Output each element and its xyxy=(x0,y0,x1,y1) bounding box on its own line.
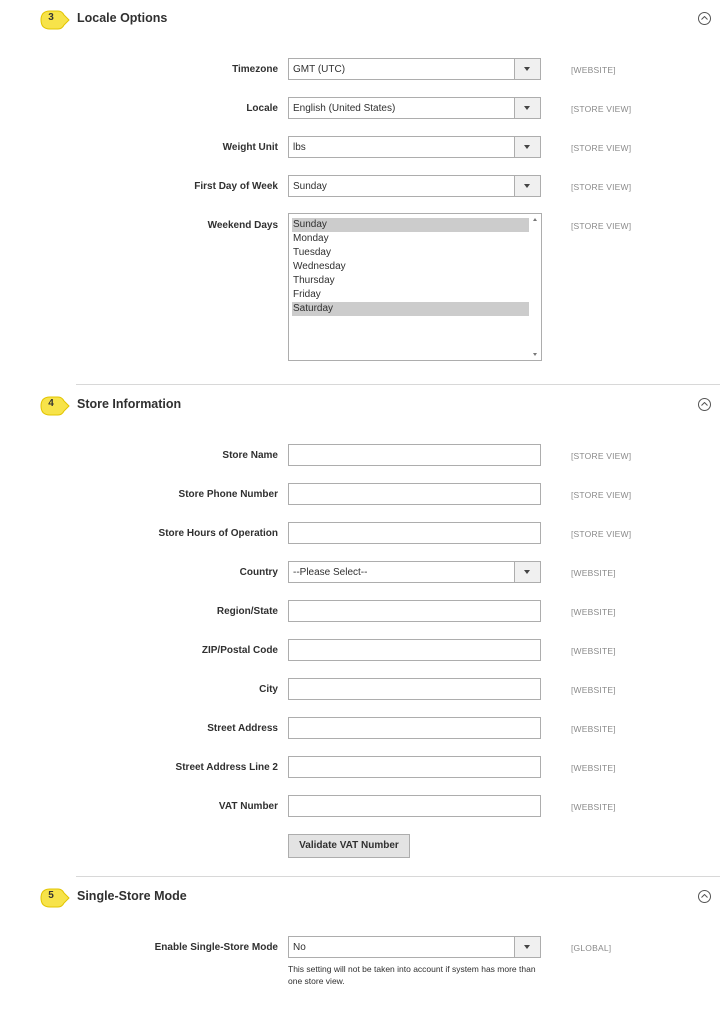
scroll-up-icon[interactable] xyxy=(533,218,537,221)
multiselect-option[interactable]: Friday xyxy=(292,288,529,302)
select-value: No xyxy=(293,942,306,953)
select-value: English (United States) xyxy=(293,103,396,114)
field-label: Street Address xyxy=(207,723,278,734)
chevron-down-icon[interactable] xyxy=(514,176,540,196)
locale-select[interactable]: English (United States) xyxy=(288,97,541,119)
locale-options-header[interactable]: 3 Locale Options xyxy=(0,10,728,40)
first-day-select[interactable]: Sunday xyxy=(288,175,541,197)
chevron-down-icon[interactable] xyxy=(514,937,540,957)
step-badge: 3 xyxy=(40,10,70,30)
timezone-select[interactable]: GMT (UTC) xyxy=(288,58,541,80)
select-value: Sunday xyxy=(293,181,327,192)
scope-label: [STORE VIEW] xyxy=(571,221,632,231)
scope-label: [STORE VIEW] xyxy=(571,182,632,192)
weight-unit-select[interactable]: lbs xyxy=(288,136,541,158)
field-label: Locale xyxy=(246,103,278,114)
scope-label: [WEBSITE] xyxy=(571,724,616,734)
field-label: VAT Number xyxy=(218,801,278,812)
single-store-mode-select[interactable]: No xyxy=(288,936,541,958)
region-input[interactable] xyxy=(288,600,541,622)
step-badge-number: 4 xyxy=(48,398,54,409)
chevron-down-icon[interactable] xyxy=(514,98,540,118)
scope-label: [WEBSITE] xyxy=(571,65,616,75)
multiselect-option[interactable]: Wednesday xyxy=(292,260,529,274)
country-select[interactable]: --Please Select-- xyxy=(288,561,541,583)
field-label: Country xyxy=(239,567,278,578)
section-divider xyxy=(76,384,720,385)
field-label: Weight Unit xyxy=(222,142,278,153)
section-title: Single-Store Mode xyxy=(77,889,187,903)
step-badge-number: 5 xyxy=(48,890,54,901)
scope-label: [STORE VIEW] xyxy=(571,143,632,153)
store-phone-input[interactable] xyxy=(288,483,541,505)
section-title: Locale Options xyxy=(77,11,168,25)
scope-label: [STORE VIEW] xyxy=(571,451,632,461)
circle-chevron-up-icon[interactable] xyxy=(698,398,711,411)
scope-label: [WEBSITE] xyxy=(571,568,616,578)
section-divider xyxy=(76,876,720,877)
field-label: Store Phone Number xyxy=(178,489,278,500)
select-value: GMT (UTC) xyxy=(293,64,346,75)
store-hours-input[interactable] xyxy=(288,522,541,544)
validate-vat-button[interactable]: Validate VAT Number xyxy=(288,834,410,858)
section-title: Store Information xyxy=(77,397,182,411)
multiselect-option[interactable]: Tuesday xyxy=(292,246,529,260)
single-store-mode-header[interactable]: 5 Single-Store Mode xyxy=(0,888,728,918)
select-value: lbs xyxy=(293,142,306,153)
scope-label: [STORE VIEW] xyxy=(571,104,632,114)
street-address-input[interactable] xyxy=(288,717,541,739)
chevron-down-icon[interactable] xyxy=(514,137,540,157)
zip-input[interactable] xyxy=(288,639,541,661)
vat-number-input[interactable] xyxy=(288,795,541,817)
multiselect-option[interactable]: Monday xyxy=(292,232,529,246)
store-information-header[interactable]: 4 Store Information xyxy=(0,396,728,426)
scope-label: [STORE VIEW] xyxy=(571,490,632,500)
field-label: First Day of Week xyxy=(194,181,278,192)
step-badge: 5 xyxy=(40,888,70,908)
circle-chevron-up-icon[interactable] xyxy=(698,12,711,25)
multiselect-option[interactable]: Thursday xyxy=(292,274,529,288)
scope-label: [GLOBAL] xyxy=(571,943,612,953)
step-badge-number: 3 xyxy=(48,12,54,23)
chevron-down-icon[interactable] xyxy=(514,562,540,582)
scroll-down-icon[interactable] xyxy=(533,353,537,356)
store-name-input[interactable] xyxy=(288,444,541,466)
select-value: --Please Select-- xyxy=(293,567,368,578)
scope-label: [WEBSITE] xyxy=(571,646,616,656)
multiselect-option[interactable]: Saturday xyxy=(292,302,529,316)
chevron-down-icon[interactable] xyxy=(514,59,540,79)
scope-label: [WEBSITE] xyxy=(571,607,616,617)
field-label: Enable Single-Store Mode xyxy=(154,942,278,953)
field-label: Timezone xyxy=(232,64,278,75)
scope-label: [STORE VIEW] xyxy=(571,529,632,539)
field-note: This setting will not be taken into acco… xyxy=(288,964,536,986)
field-label: City xyxy=(259,684,278,695)
field-label: Street Address Line 2 xyxy=(175,762,278,773)
step-badge: 4 xyxy=(40,396,70,416)
scope-label: [WEBSITE] xyxy=(571,685,616,695)
circle-chevron-up-icon[interactable] xyxy=(698,890,711,903)
scrollbar[interactable] xyxy=(529,214,541,360)
field-label: ZIP/Postal Code xyxy=(201,645,278,656)
street-address-line2-input[interactable] xyxy=(288,756,541,778)
scope-label: [WEBSITE] xyxy=(571,802,616,812)
field-label: Region/State xyxy=(216,606,278,617)
multiselect-option[interactable]: Sunday xyxy=(292,218,529,232)
scope-label: [WEBSITE] xyxy=(571,763,616,773)
field-label: Store Hours of Operation xyxy=(158,528,278,539)
field-label: Store Name xyxy=(222,450,278,461)
city-input[interactable] xyxy=(288,678,541,700)
weekend-days-multiselect[interactable]: Sunday Monday Tuesday Wednesday Thursday… xyxy=(288,213,542,361)
field-label: Weekend Days xyxy=(207,220,278,231)
